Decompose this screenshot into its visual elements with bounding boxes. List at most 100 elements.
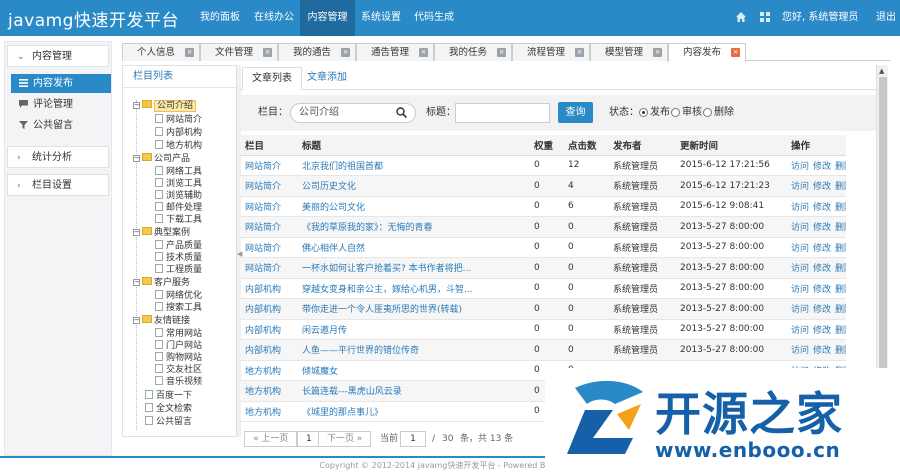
- tree-leaf[interactable]: 浏览辅助: [155, 190, 202, 202]
- visit-link[interactable]: 访问: [791, 162, 809, 172]
- tab-article-list[interactable]: 文章列表: [242, 67, 302, 90]
- tree-leaf[interactable]: 交友社区: [155, 364, 202, 376]
- cell-title[interactable]: 倾城魔女: [297, 360, 529, 381]
- visit-link[interactable]: 访问: [791, 244, 809, 254]
- sidebar-item-public-message[interactable]: 公共留言: [11, 116, 111, 135]
- header-column[interactable]: 栏目: [240, 135, 297, 156]
- cell-title[interactable]: 美丽的公司文化: [297, 196, 529, 217]
- nav-my-panel[interactable]: 我的面板: [192, 0, 248, 36]
- tree-node-company-intro[interactable]: − 公司介绍: [133, 100, 197, 112]
- tree-leaf[interactable]: 网络优化: [155, 290, 202, 302]
- visit-link[interactable]: 访问: [791, 285, 809, 295]
- delete-link[interactable]: 删除: [835, 182, 846, 192]
- welcome-user[interactable]: 您好, 系统管理员: [782, 0, 858, 36]
- sidebar-item-comments[interactable]: 评论管理: [11, 95, 111, 114]
- cell-column[interactable]: 地方机构: [240, 401, 297, 422]
- close-icon[interactable]: ×: [185, 48, 194, 57]
- cell-title[interactable]: 佛心相伴人自然: [297, 237, 529, 258]
- cell-column[interactable]: 地方机构: [240, 360, 297, 381]
- tree-leaf[interactable]: 搜索工具: [155, 302, 202, 314]
- tab-process-management[interactable]: 流程管理 ×: [512, 43, 590, 61]
- cell-title[interactable]: 《城里的那点事儿》: [297, 401, 529, 422]
- delete-link[interactable]: 删除: [835, 305, 846, 315]
- edit-link[interactable]: 修改: [813, 182, 831, 192]
- cell-title[interactable]: 带你走进一个令人匪夷所思的世界(转载): [297, 298, 529, 320]
- collapse-icon[interactable]: −: [133, 279, 140, 286]
- tab-content-publish[interactable]: 内容发布 ×: [668, 43, 746, 62]
- edit-link[interactable]: 修改: [813, 203, 831, 213]
- tree-leaf[interactable]: 工程质量: [155, 264, 202, 276]
- tree-node-service[interactable]: − 客户服务: [133, 277, 190, 289]
- edit-link[interactable]: 修改: [813, 264, 831, 274]
- tab-model-management[interactable]: 模型管理 ×: [590, 43, 668, 61]
- scrollbar-thumb[interactable]: [879, 77, 887, 387]
- tree-node-links[interactable]: − 友情链接: [133, 315, 190, 327]
- tree-leaf[interactable]: 邮件处理: [155, 202, 202, 214]
- close-icon[interactable]: ×: [731, 48, 740, 57]
- app-brand[interactable]: javamg快速开发平台: [8, 6, 179, 31]
- query-button[interactable]: 查询: [558, 102, 593, 123]
- edit-link[interactable]: 修改: [813, 326, 831, 336]
- tree-leaf[interactable]: 内部机构: [155, 127, 202, 139]
- close-icon[interactable]: ×: [341, 48, 350, 57]
- tree-leaf[interactable]: 地方机构: [155, 140, 202, 152]
- delete-link[interactable]: 删除: [835, 285, 846, 295]
- collapse-icon[interactable]: −: [133, 229, 140, 236]
- tab-notice-management[interactable]: 通告管理 ×: [356, 43, 434, 61]
- tree-leaf[interactable]: 音乐视频: [155, 376, 202, 388]
- delete-link[interactable]: 删除: [835, 162, 846, 172]
- nav-system-settings[interactable]: 系统设置: [355, 0, 407, 36]
- cell-title[interactable]: 一杯水如何让客户抢着买? 本书作者将把...: [297, 257, 529, 279]
- tree-leaf[interactable]: 产品质量: [155, 240, 202, 252]
- tree-leaf[interactable]: 购物网站: [155, 352, 202, 364]
- visit-link[interactable]: 访问: [791, 326, 809, 336]
- scroll-up-icon[interactable]: ▲: [879, 67, 884, 75]
- close-icon[interactable]: ×: [497, 48, 506, 57]
- visit-link[interactable]: 访问: [791, 346, 809, 356]
- nav-code-generation[interactable]: 代码生成: [407, 0, 461, 36]
- cell-column[interactable]: 网站简介: [240, 175, 297, 197]
- tree-leaf[interactable]: 常用网站: [155, 328, 202, 340]
- tree-leaf[interactable]: 百度一下: [145, 390, 192, 402]
- tree-leaf[interactable]: 网站简介: [155, 114, 202, 126]
- logout-link[interactable]: 退出: [876, 0, 896, 36]
- cell-column[interactable]: 内部机构: [240, 319, 297, 340]
- tree-node-cases[interactable]: − 典型案例: [133, 227, 190, 239]
- close-icon[interactable]: ×: [263, 48, 272, 57]
- cell-column[interactable]: 网站简介: [240, 196, 297, 217]
- visit-link[interactable]: 访问: [791, 223, 809, 233]
- cell-title[interactable]: 穿越女变身和亲公主，嫁给心机男，斗智...: [297, 278, 529, 299]
- edit-link[interactable]: 修改: [813, 244, 831, 254]
- cell-column[interactable]: 内部机构: [240, 339, 297, 361]
- nav-content-management[interactable]: 内容管理: [300, 0, 355, 36]
- tree-leaf[interactable]: 下载工具: [155, 214, 202, 226]
- cell-title[interactable]: 闲云邀月传: [297, 319, 529, 340]
- close-icon[interactable]: ×: [419, 48, 428, 57]
- cell-title[interactable]: 北京我们的祖国首都: [297, 155, 529, 176]
- tab-my-notices[interactable]: 我的通告 ×: [278, 43, 356, 61]
- page-input[interactable]: 1: [400, 431, 426, 447]
- visit-link[interactable]: 访问: [791, 203, 809, 213]
- cell-title[interactable]: 人鱼——平行世界的错位传奇: [297, 339, 529, 361]
- delete-link[interactable]: 删除: [835, 326, 846, 336]
- prev-page-button[interactable]: « 上一页: [244, 431, 298, 447]
- title-input[interactable]: [455, 103, 550, 123]
- cell-column[interactable]: 网站简介: [240, 155, 297, 176]
- cell-column[interactable]: 地方机构: [240, 380, 297, 402]
- close-icon[interactable]: ×: [653, 48, 662, 57]
- tab-file-management[interactable]: 文件管理 ×: [200, 43, 278, 61]
- sidebar-section-content[interactable]: ⌄ 内容管理: [7, 45, 109, 67]
- edit-link[interactable]: 修改: [813, 223, 831, 233]
- tree-leaf[interactable]: 门户网站: [155, 340, 202, 352]
- header-title[interactable]: 标题: [297, 135, 529, 156]
- edit-link[interactable]: 修改: [813, 305, 831, 315]
- cell-column[interactable]: 网站简介: [240, 257, 297, 279]
- collapse-icon[interactable]: −: [133, 102, 140, 109]
- next-page-button[interactable]: 下一页 »: [318, 431, 372, 447]
- cell-title[interactable]: 公司历史文化: [297, 175, 529, 197]
- visit-link[interactable]: 访问: [791, 305, 809, 315]
- grid-icon[interactable]: [760, 12, 770, 22]
- tree-node-label[interactable]: 公司介绍: [154, 100, 197, 112]
- sidebar-section-columns[interactable]: › 栏目设置: [7, 174, 109, 196]
- header-clicks[interactable]: 点击数: [563, 135, 608, 156]
